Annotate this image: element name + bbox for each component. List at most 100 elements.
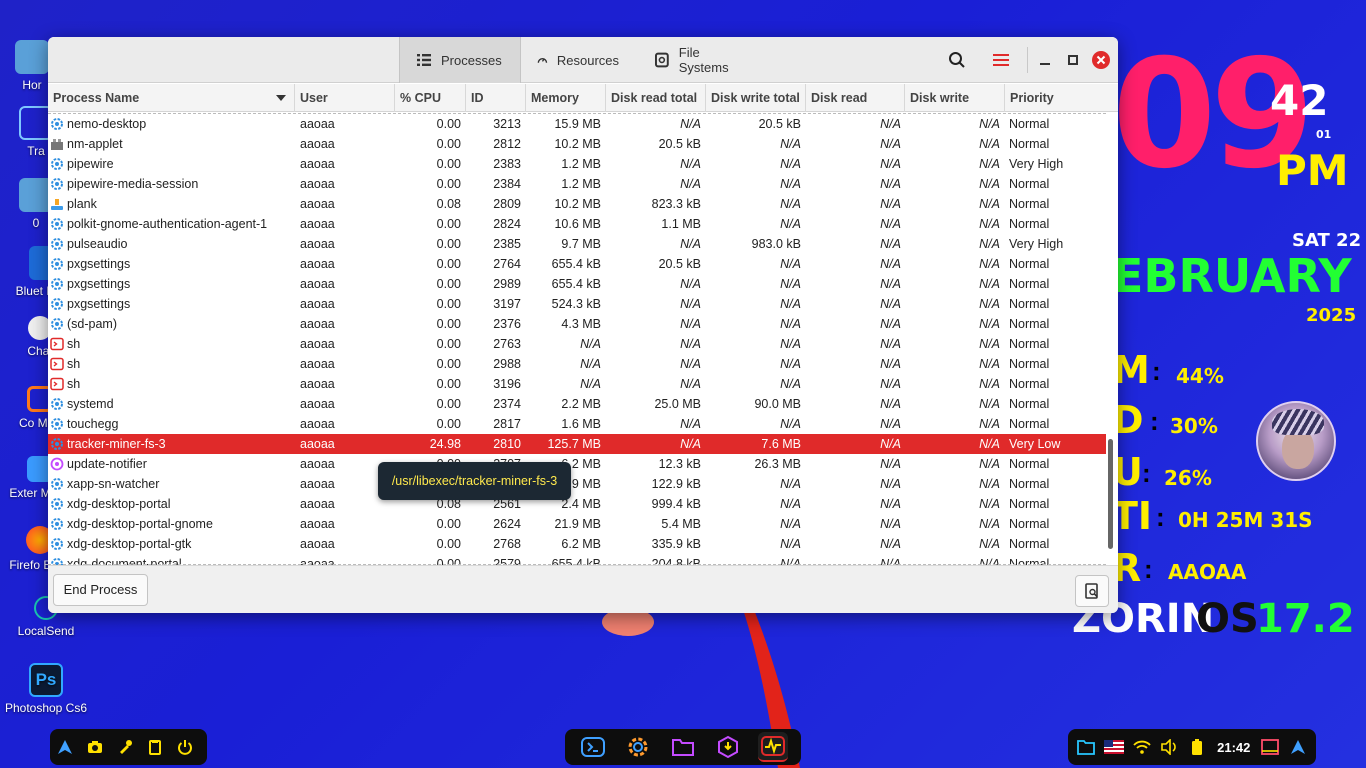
- table-row[interactable]: touchegg aaoaa 0.00 2817 1.6 MB N/A N/A N/A N/A N…: [48, 414, 1106, 434]
- cell-user: aaoaa: [300, 237, 335, 251]
- list-icon: [417, 54, 431, 66]
- column-id[interactable]: ID: [466, 84, 526, 112]
- hamburger-menu-icon: [993, 54, 1009, 66]
- table-row[interactable]: nemo-desktop aaoaa 0.00 3213 15.9 MB N/A 20.5 …: [48, 114, 1106, 134]
- cell-id: 2989: [493, 277, 521, 291]
- tray-files[interactable]: [1072, 732, 1100, 762]
- cell-user: aaoaa: [300, 437, 335, 451]
- tab-file-systems[interactable]: File Systems: [638, 37, 768, 83]
- cell-disk-read-total: 20.5 kB: [658, 257, 701, 271]
- cell-disk-write: N/A: [979, 297, 1000, 311]
- column-memory[interactable]: Memory: [526, 84, 606, 112]
- table-row[interactable]: xdg-desktop-portal aaoaa 0.08 2561 2.4 MB 999…: [48, 494, 1106, 514]
- table-row[interactable]: xapp-sn-watcheraaoaa0.0025901.9 MB122.9 …: [48, 474, 1106, 494]
- column-priority[interactable]: Priority: [1005, 84, 1118, 112]
- cell-disk-write-total: 7.6 MB: [761, 437, 801, 451]
- tray-show-desktop[interactable]: [1256, 732, 1284, 762]
- column-disk-read[interactable]: Disk read: [806, 84, 905, 112]
- table-row[interactable]: pipewire-media-session aaoaa 0.00 2384 1.2 M…: [48, 174, 1106, 194]
- dock-software[interactable]: [713, 732, 743, 762]
- table-row[interactable]: pxgsettings aaoaa 0.00 2764 655.4 kB 20.5 kB N…: [48, 254, 1106, 274]
- tray-zorin-menu[interactable]: [1284, 732, 1312, 762]
- cell-user: aaoaa: [300, 197, 335, 211]
- column-disk-write-total[interactable]: Disk write total: [706, 84, 806, 112]
- column-cpu[interactable]: % CPU: [395, 84, 466, 112]
- cell-priority: Normal: [1009, 417, 1050, 431]
- scrollbar[interactable]: [1108, 439, 1113, 549]
- table-row[interactable]: sh aaoaa 0.00 2763 N/A N/A N/A N/A N/A Normal: [48, 334, 1106, 354]
- table-row[interactable]: pxgsettings aaoaa 0.00 2989 655.4 kB N/A N/A N/…: [48, 274, 1106, 294]
- camera-icon: [88, 741, 102, 753]
- end-process-button[interactable]: End Process: [53, 574, 148, 606]
- column-process-name[interactable]: Process Name: [48, 84, 295, 112]
- tray-volume[interactable]: [1155, 732, 1183, 762]
- cell-cpu: 0.00: [436, 257, 461, 271]
- dock-terminal[interactable]: [578, 732, 608, 762]
- column-disk-write[interactable]: Disk write: [905, 84, 1005, 112]
- clipboard-button[interactable]: [140, 732, 170, 762]
- cell-user: aaoaa: [300, 397, 335, 411]
- cell-disk-write: N/A: [979, 117, 1000, 131]
- desktop-icon-photoshop[interactable]: Ps Photoshop Cs6: [0, 663, 92, 715]
- table-row[interactable]: tracker-miner-fs-3 aaoaa 24.98 2810 125.7 MB…: [48, 434, 1106, 454]
- close-button[interactable]: [1089, 48, 1113, 72]
- screenshot-button[interactable]: [80, 732, 110, 762]
- cell-disk-read-total: N/A: [680, 317, 701, 331]
- cell-user: aaoaa: [300, 497, 335, 511]
- cell-process-name: xdg-desktop-portal-gtk: [67, 537, 192, 551]
- table-row[interactable]: nm-applet aaoaa 0.00 2812 10.2 MB 20.5 kB N/A N…: [48, 134, 1106, 154]
- table-row[interactable]: sh aaoaa 0.00 2988 N/A N/A N/A N/A N/A Normal: [48, 354, 1106, 374]
- cell-disk-write: N/A: [979, 237, 1000, 251]
- cell-id: 2810: [493, 437, 521, 451]
- menu-button[interactable]: [989, 48, 1013, 72]
- cell-id: 3196: [493, 377, 521, 391]
- table-row[interactable]: xdg-desktop-portal-gnome aaoaa 0.00 2624 21.…: [48, 514, 1106, 534]
- table-row[interactable]: polkit-gnome-authentication-agent-1 aaoaa…: [48, 214, 1106, 234]
- table-row[interactable]: sh aaoaa 0.00 3196 N/A N/A N/A N/A N/A Normal: [48, 374, 1106, 394]
- search-icon: [949, 52, 965, 68]
- table-row[interactable]: update-notifieraaoaa0.0027076.2 MB12.3 k…: [48, 454, 1106, 474]
- properties-button[interactable]: [1075, 575, 1109, 607]
- tab-label: File Systems: [678, 45, 729, 75]
- table-row[interactable]: (sd-pam) aaoaa 0.00 2376 4.3 MB N/A N/A N/A N/A N…: [48, 314, 1106, 334]
- volume-icon: [1161, 739, 1177, 755]
- cell-memory: 9.7 MB: [561, 237, 601, 251]
- table-row[interactable]: pulseaudio aaoaa 0.00 2385 9.7 MB N/A 983.0 kB…: [48, 234, 1106, 254]
- column-user[interactable]: User: [295, 84, 395, 112]
- column-disk-read-total[interactable]: Disk read total: [606, 84, 706, 112]
- tray-keyboard-layout[interactable]: [1100, 732, 1128, 762]
- table-row[interactable]: systemd aaoaa 0.00 2374 2.2 MB 25.0 MB 90.0 MB…: [48, 394, 1106, 414]
- widget-year: 2025: [1306, 305, 1357, 326]
- clock[interactable]: 21:42: [1211, 740, 1256, 755]
- cell-disk-read-total: N/A: [680, 417, 701, 431]
- window-icon: [1261, 739, 1280, 755]
- power-button[interactable]: [170, 732, 200, 762]
- cell-memory: 524.3 kB: [551, 297, 601, 311]
- table-row[interactable]: plank aaoaa 0.08 2809 10.2 MB 823.3 kB N/A N/A N…: [48, 194, 1106, 214]
- dock-settings[interactable]: [623, 732, 653, 762]
- cell-disk-read: N/A: [880, 377, 901, 391]
- avatar: [1256, 401, 1336, 481]
- zorin-logo-button[interactable]: [50, 732, 80, 762]
- widget-stat-value: 26%: [1164, 466, 1212, 490]
- minimize-button[interactable]: [1033, 48, 1057, 72]
- color-picker-button[interactable]: [110, 732, 140, 762]
- dock-system-monitor[interactable]: [757, 732, 788, 762]
- dock-files[interactable]: [668, 732, 698, 762]
- cell-user: aaoaa: [300, 137, 335, 151]
- table-row[interactable]: pipewire aaoaa 0.00 2383 1.2 MB N/A N/A N/A N/A V…: [48, 154, 1106, 174]
- cell-process-name: (sd-pam): [67, 317, 118, 331]
- tab-resources[interactable]: Resources: [521, 37, 635, 83]
- desktop-icon-label: Hor: [22, 78, 42, 92]
- tab-processes[interactable]: Processes: [399, 37, 521, 83]
- left-panel: [50, 729, 207, 765]
- cell-disk-read-total: 122.9 kB: [651, 477, 701, 491]
- tray-wifi[interactable]: [1128, 732, 1156, 762]
- table-row[interactable]: xdg-desktop-portal-gtk aaoaa 0.00 2768 6.2 M…: [48, 534, 1106, 554]
- cell-disk-write: N/A: [979, 157, 1000, 171]
- table-row[interactable]: pxgsettings aaoaa 0.00 3197 524.3 kB N/A N/A N/…: [48, 294, 1106, 314]
- tray-battery[interactable]: [1183, 732, 1211, 762]
- search-button[interactable]: [945, 48, 969, 72]
- cell-disk-write: N/A: [979, 417, 1000, 431]
- maximize-button[interactable]: [1061, 48, 1085, 72]
